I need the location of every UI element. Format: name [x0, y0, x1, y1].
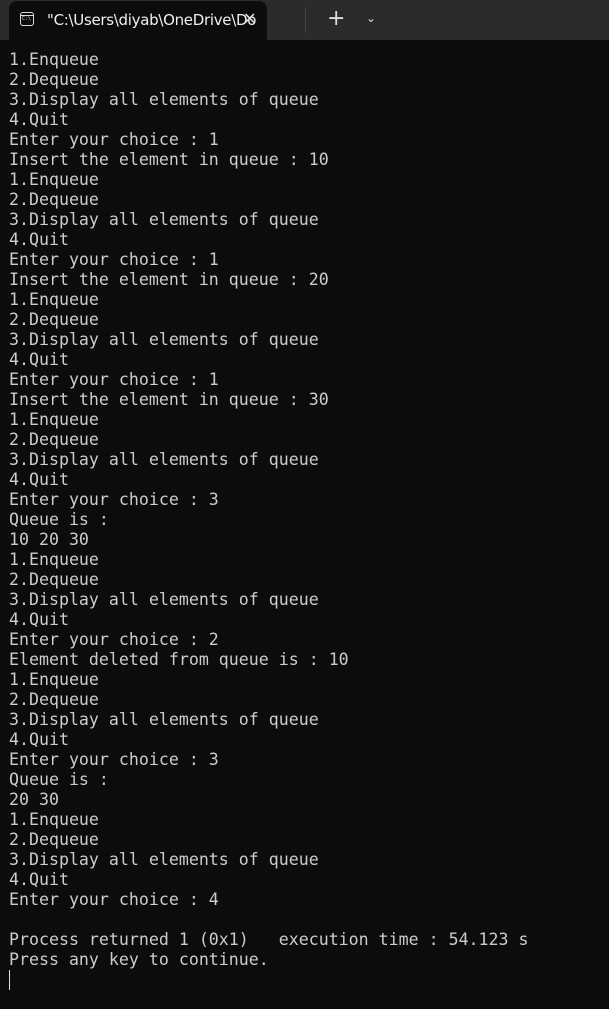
console-line: 1.Enqueue: [9, 290, 99, 309]
console-line: 1.Enqueue: [9, 410, 99, 429]
console-line: 2.Dequeue: [9, 690, 99, 709]
console-line: Insert the element in queue : 20: [9, 270, 329, 289]
console-output[interactable]: 1.Enqueue 2.Dequeue 3.Display all elements…: [9, 50, 529, 970]
console-icon-text: C:\: [22, 16, 32, 22]
console-line: Enter your choice : 3: [9, 750, 219, 769]
console-line: 1.Enqueue: [9, 810, 99, 829]
console-line: Insert the element in queue : 30: [9, 390, 329, 409]
title-bar: C:\ "C:\Users\diyab\OneDrive\Do ✕ + ⌄: [0, 0, 609, 40]
console-line: 3.Display all elements of queue: [9, 330, 319, 349]
console-line: Queue is :: [9, 770, 109, 789]
console-line: 1.Enqueue: [9, 670, 99, 689]
console-line: 2.Dequeue: [9, 190, 99, 209]
console-line: Enter your choice : 1: [9, 130, 219, 149]
console-line: 4.Quit: [9, 470, 69, 489]
console-line: 3.Display all elements of queue: [9, 590, 319, 609]
divider: [305, 7, 306, 33]
console-line: 10 20 30: [9, 530, 89, 549]
tab-title: "C:\Users\diyab\OneDrive\Do: [47, 11, 257, 29]
new-tab-button[interactable]: +: [327, 6, 345, 31]
console-line: 3.Display all elements of queue: [9, 90, 319, 109]
chevron-down-icon[interactable]: ⌄: [366, 11, 376, 25]
console-line: 2.Dequeue: [9, 430, 99, 449]
console-line: 1.Enqueue: [9, 550, 99, 569]
console-line: Enter your choice : 4: [9, 890, 219, 909]
close-tab-icon[interactable]: ✕: [243, 9, 256, 28]
console-line: Enter your choice : 1: [9, 370, 219, 389]
terminal-tab[interactable]: C:\ "C:\Users\diyab\OneDrive\Do ✕: [9, 1, 267, 40]
console-line: Process returned 1 (0x1) execution time …: [9, 930, 529, 949]
console-icon: C:\: [20, 12, 34, 26]
console-line: Element deleted from queue is : 10: [9, 650, 349, 669]
console-line: 2.Dequeue: [9, 70, 99, 89]
console-line: Enter your choice : 2: [9, 630, 219, 649]
console-line: Press any key to continue.: [9, 950, 269, 969]
console-line: 3.Display all elements of queue: [9, 450, 319, 469]
console-line: Enter your choice : 3: [9, 490, 219, 509]
console-line: 4.Quit: [9, 230, 69, 249]
console-line: 4.Quit: [9, 350, 69, 369]
text-cursor: [9, 970, 10, 990]
console-line: 4.Quit: [9, 610, 69, 629]
console-line: Enter your choice : 1: [9, 250, 219, 269]
console-line: Queue is :: [9, 510, 109, 529]
console-line: 1.Enqueue: [9, 170, 99, 189]
console-line: 2.Dequeue: [9, 830, 99, 849]
console-line: 4.Quit: [9, 870, 69, 889]
console-line: 2.Dequeue: [9, 570, 99, 589]
console-line: 4.Quit: [9, 110, 69, 129]
console-line: 2.Dequeue: [9, 310, 99, 329]
console-line: 4.Quit: [9, 730, 69, 749]
console-line: 3.Display all elements of queue: [9, 210, 319, 229]
console-line: 3.Display all elements of queue: [9, 710, 319, 729]
console-line: 1.Enqueue: [9, 50, 99, 69]
console-line: 3.Display all elements of queue: [9, 850, 319, 869]
console-line: Insert the element in queue : 10: [9, 150, 329, 169]
console-line: 20 30: [9, 790, 59, 809]
